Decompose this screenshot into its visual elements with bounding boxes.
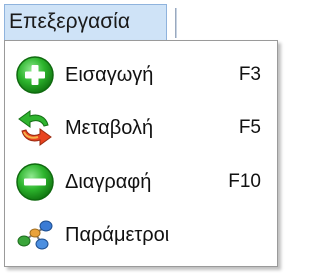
network-nodes-icon (17, 220, 53, 250)
edit-dropdown-menu: Εισαγωγή F3 Μεταβολή F5 Διαγραφή F10 Παρ… (4, 40, 278, 267)
menu-item-shortcut: F5 (238, 117, 261, 138)
menubar-separator (175, 8, 177, 38)
menu-item-label: Διαγραφή (65, 171, 152, 193)
add-icon (16, 56, 54, 94)
menu-item-parameters[interactable]: Παράμετροι (5, 209, 277, 261)
menu-item-delete[interactable]: Διαγραφή F10 (5, 156, 277, 208)
menu-edit[interactable]: Επεξεργασία (4, 4, 167, 40)
menu-item-label: Παράμετροι (65, 224, 170, 246)
menu-item-insert[interactable]: Εισαγωγή F3 (5, 49, 277, 101)
menu-item-modify[interactable]: Μεταβολή F5 (5, 102, 277, 154)
menu-item-label: Μεταβολή (65, 117, 154, 139)
menu-item-shortcut: F3 (238, 64, 261, 85)
remove-icon (16, 163, 54, 201)
menu-item-label: Εισαγωγή (65, 64, 154, 86)
menu-item-shortcut: F10 (228, 171, 261, 192)
refresh-arrows-icon (18, 110, 52, 146)
